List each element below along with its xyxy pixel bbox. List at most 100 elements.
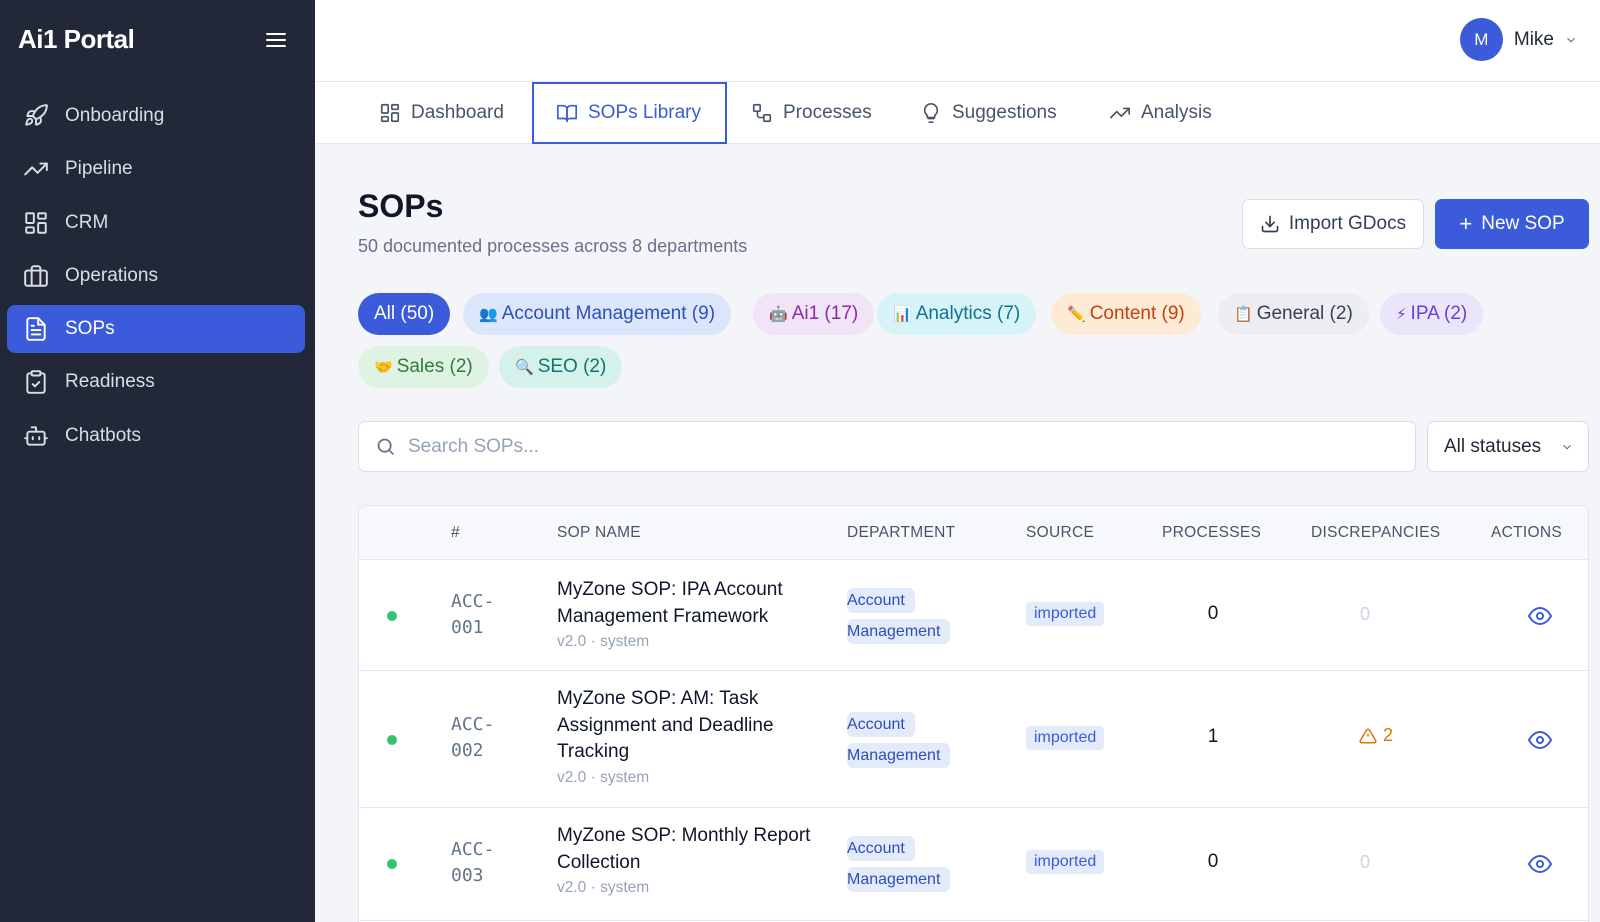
plus-icon: + [1459, 211, 1473, 236]
sidebar-item-onboarding[interactable]: Onboarding [7, 92, 305, 140]
column-header-actions: ACTIONS [1491, 524, 1562, 541]
sop-name-cell[interactable]: MyZone SOP: AM: Task Assignment and Dead… [557, 686, 827, 790]
discrepancies-count: 0 [1359, 852, 1370, 872]
tab-sops-library[interactable]: SOPs Library [532, 82, 727, 144]
sidebar-item-label: SOPs [65, 318, 115, 340]
sidebar-item-label: CRM [65, 211, 109, 233]
warning-triangle-icon [1359, 727, 1377, 743]
import-gdocs-button[interactable]: Import GDocs [1242, 199, 1424, 249]
handshake-icon: 🤝 [374, 359, 393, 376]
processes-count: 1 [1207, 726, 1219, 747]
tab-suggestions[interactable]: Suggestions [920, 82, 1057, 144]
sop-name-cell[interactable]: MyZone SOP: IPA Account Management Frame… [557, 577, 827, 654]
sop-code: ACC-002 [451, 714, 495, 761]
import-gdocs-label: Import GDocs [1288, 213, 1407, 234]
department-line: Account [847, 712, 915, 737]
filter-chip-all[interactable]: All (50) [358, 293, 451, 335]
department-line: Account [847, 836, 915, 861]
department-line: Management [847, 867, 951, 892]
sidebar-item-crm[interactable]: CRM [7, 199, 305, 247]
search-box [358, 421, 1416, 472]
discrepancies-count: 2 [1383, 725, 1394, 745]
tab-label: Processes [783, 102, 872, 123]
user-name: Mike [1513, 28, 1554, 50]
status-dot [387, 735, 397, 745]
source-badge: imported [1026, 850, 1105, 874]
rocket-icon [25, 104, 48, 126]
bot-icon [24, 426, 48, 446]
filter-chip-account-management[interactable]: 👥 Account Management (9) [463, 293, 732, 335]
table-row[interactable]: ACC-001 MyZone SOP: IPA Account Manageme… [359, 561, 1588, 671]
filter-chip-content[interactable]: ✏️ Content (9) [1051, 293, 1201, 335]
table-row[interactable]: ACC-002 MyZone SOP: AM: Task Assignment … [359, 672, 1588, 808]
sop-meta: v2.0 · system [557, 768, 650, 786]
filter-chip-sales[interactable]: 🤝 Sales (2) [358, 346, 489, 388]
column-header-source: SOURCE [1026, 524, 1095, 541]
discrepancies-warning[interactable]: 2 [1359, 725, 1393, 746]
view-eye-icon[interactable] [1528, 728, 1552, 752]
sidebar-item-operations[interactable]: Operations [7, 252, 305, 300]
filter-chip-label: Analytics (7) [915, 303, 1021, 324]
user-menu[interactable]: M Mike [1459, 18, 1578, 61]
sop-meta: v2.0 · system [557, 879, 650, 896]
filter-chip-label: Sales (2) [396, 356, 473, 377]
sidebar-item-label: Pipeline [65, 158, 133, 180]
new-sop-label: New SOP [1481, 213, 1565, 234]
column-header-sop-name: SOP NAME [557, 524, 641, 541]
view-eye-icon[interactable] [1528, 604, 1552, 628]
status-dot [387, 611, 397, 621]
sidebar-item-chatbots[interactable]: Chatbots [7, 412, 305, 460]
chevron-down-icon [1567, 37, 1575, 43]
tab-dashboard[interactable]: Dashboard [379, 82, 504, 144]
filter-chip-label: Account Management (9) [501, 303, 716, 324]
sidebar-item-pipeline[interactable]: Pipeline [7, 145, 305, 193]
sidebar-item-readiness[interactable]: Readiness [7, 358, 305, 406]
view-eye-icon[interactable] [1528, 852, 1552, 876]
processes-count: 0 [1207, 603, 1219, 624]
lightbulb-icon [923, 103, 939, 123]
trending-up-icon [24, 162, 48, 176]
filter-chip-analytics[interactable]: 📊 Analytics (7) [877, 293, 1037, 335]
column-header-discrepancies: DISCREPANCIES [1311, 524, 1441, 541]
sops-table: # SOP NAME DEPARTMENT SOURCE PROCESSES D… [358, 505, 1589, 922]
department-line: Management [847, 619, 951, 644]
magnifier-icon: 🔍 [515, 359, 534, 376]
hamburger-menu-icon[interactable] [264, 28, 288, 52]
new-sop-button[interactable]: + New SOP [1435, 199, 1589, 249]
people-icon: 👥 [479, 306, 498, 323]
status-filter-select[interactable]: All statuses [1427, 421, 1589, 472]
clipboard-check-icon [26, 370, 46, 395]
filter-chip-label: Content (9) [1089, 303, 1185, 324]
document-icon [26, 317, 46, 341]
filter-chip-ipa[interactable]: ⚡ IPA (2) [1380, 293, 1484, 335]
lightning-icon: ⚡ [1396, 306, 1407, 323]
clipboard-icon: 📋 [1234, 306, 1253, 323]
filter-chip-general[interactable]: 📋 General (2) [1218, 293, 1369, 335]
processes-count: 0 [1207, 851, 1219, 872]
table-row[interactable]: ACC-003 MyZone SOP: Monthly Report Colle… [359, 809, 1588, 921]
search-icon [377, 438, 394, 455]
tab-processes[interactable]: Processes [751, 82, 872, 144]
tab-label: Dashboard [411, 102, 504, 123]
search-input[interactable] [408, 435, 1388, 458]
top-header: M Mike [315, 0, 1600, 82]
tab-analysis[interactable]: Analysis [1109, 82, 1212, 144]
tab-label: Analysis [1141, 102, 1212, 123]
filter-chip-label: General (2) [1256, 303, 1353, 324]
table-header: # SOP NAME DEPARTMENT SOURCE PROCESSES D… [359, 506, 1588, 560]
grid-icon [25, 211, 47, 234]
filter-chip-seo[interactable]: 🔍 SEO (2) [499, 346, 623, 388]
trending-up-icon [1110, 107, 1130, 119]
filter-chip-ai1[interactable]: 🤖 Ai1 (17) [753, 293, 875, 335]
sop-code: ACC-003 [451, 839, 495, 886]
filter-chip-label: Ai1 (17) [791, 303, 859, 324]
sop-code: ACC-001 [451, 591, 495, 638]
robot-icon: 🤖 [769, 306, 788, 323]
status-filter-value: All statuses [1444, 435, 1542, 457]
sop-name-cell[interactable]: MyZone SOP: Monthly Report Collection v2… [557, 823, 827, 900]
tabs-bar: Dashboard SOPs Library Processes Suggest… [315, 82, 1600, 144]
tab-label: SOPs Library [588, 102, 701, 123]
sidebar-item-sops[interactable]: SOPs [7, 305, 305, 354]
page-title: SOPs [358, 188, 444, 224]
sidebar-item-label: Readiness [65, 371, 155, 393]
